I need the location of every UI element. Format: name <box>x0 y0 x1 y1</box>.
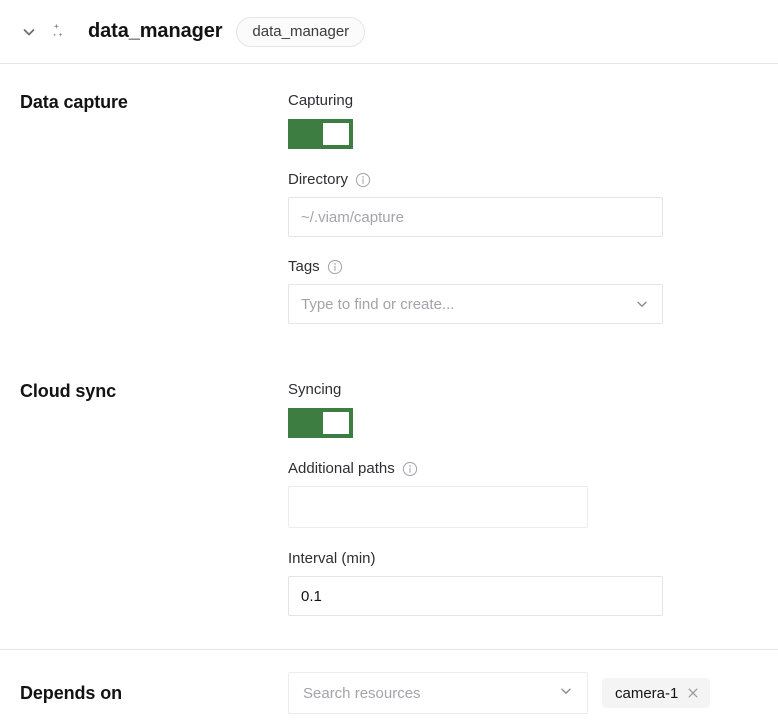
interval-label-text: Interval (min) <box>288 550 376 567</box>
component-card-header: data_manager data_manager <box>0 0 778 64</box>
section-title-cloud-sync: Cloud sync <box>20 381 117 401</box>
depends-on-search-select[interactable]: Search resources <box>288 672 588 714</box>
chevron-down-icon <box>21 24 37 40</box>
chevron-down-icon <box>559 684 573 703</box>
component-name-pill: data_manager <box>236 16 366 47</box>
field-capturing: Capturing <box>288 92 778 149</box>
additional-paths-textarea[interactable] <box>288 486 588 528</box>
tags-label: Tags <box>288 258 778 276</box>
section-data-capture: Data capture Capturing Directory ~/.viam… <box>0 64 778 324</box>
sparkle-stars-icon <box>44 19 74 45</box>
capturing-label: Capturing <box>288 92 778 110</box>
info-circle-icon[interactable] <box>355 172 371 188</box>
chevron-down-icon <box>634 296 650 312</box>
info-circle-icon[interactable] <box>327 259 343 275</box>
depends-on-search-placeholder: Search resources <box>303 684 421 702</box>
tags-label-text: Tags <box>288 258 320 275</box>
syncing-label-text: Syncing <box>288 381 342 398</box>
dependency-chip-label: camera-1 <box>615 684 679 702</box>
page-title: data_manager <box>88 20 223 42</box>
field-syncing: Syncing <box>288 381 778 438</box>
info-circle-icon[interactable] <box>402 461 418 477</box>
tags-select[interactable]: Type to find or create... <box>288 284 663 324</box>
section-cloud-sync: Cloud sync Syncing Additional paths Inte… <box>0 324 778 616</box>
additional-paths-label: Additional paths <box>288 460 778 478</box>
section-title-data-capture: Data capture <box>20 92 128 112</box>
close-x-icon[interactable] <box>687 687 699 699</box>
syncing-label: Syncing <box>288 381 778 399</box>
field-tags: Tags Type to find or create... <box>288 258 778 324</box>
capturing-toggle-knob <box>323 123 349 145</box>
capturing-label-text: Capturing <box>288 92 354 109</box>
field-additional-paths: Additional paths <box>288 460 778 528</box>
directory-label: Directory <box>288 171 778 189</box>
additional-paths-label-text: Additional paths <box>288 460 395 477</box>
capturing-toggle[interactable] <box>288 119 353 149</box>
syncing-toggle[interactable] <box>288 408 353 438</box>
field-directory: Directory <box>288 171 778 237</box>
directory-input[interactable] <box>288 197 663 237</box>
syncing-toggle-knob <box>323 412 349 434</box>
field-interval: Interval (min) <box>288 550 778 616</box>
interval-input[interactable] <box>288 576 663 616</box>
dependency-chip: camera-1 <box>602 678 711 708</box>
interval-label: Interval (min) <box>288 550 778 568</box>
section-depends-on: Depends on Search resources camera-1 <box>0 650 778 714</box>
directory-label-text: Directory <box>288 171 349 188</box>
section-title-depends-on: Depends on <box>20 682 123 703</box>
tags-select-placeholder: Type to find or create... <box>301 295 455 313</box>
collapse-toggle-button[interactable] <box>16 19 42 45</box>
